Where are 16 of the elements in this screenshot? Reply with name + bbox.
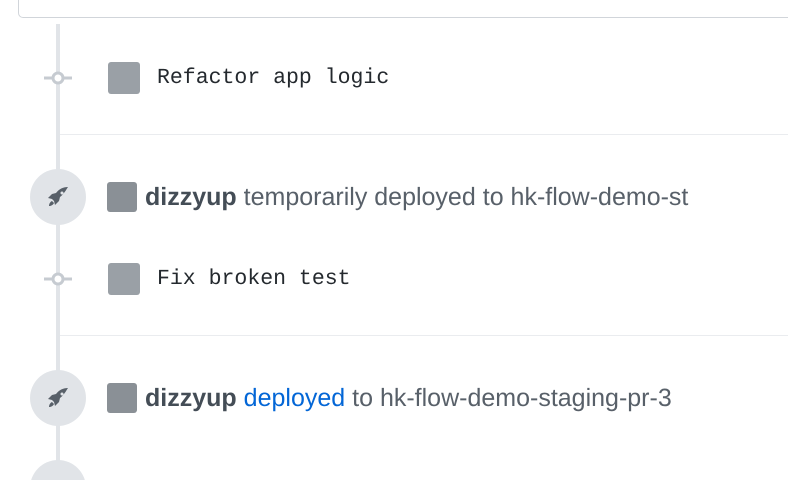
avatar-photo-placeholder[interactable] [108,263,140,295]
commit-message[interactable]: Fix broken test [157,267,351,291]
commit-message[interactable]: Refactor app logic [157,66,390,90]
deployed-link[interactable]: deployed [244,384,346,412]
avatar-photo-placeholder[interactable] [107,383,137,413]
avatar-photo-placeholder[interactable] [108,62,140,94]
deploy-target-text: to hk-flow-demo-staging-pr-3 [352,384,672,412]
rocket-icon [46,185,70,209]
username-link[interactable]: dizzyup [145,182,237,212]
deploy-target-text: to hk-flow-demo-st [482,182,688,212]
event-action: temporarily deployed [244,182,476,212]
username-link[interactable]: dizzyup [145,384,237,412]
commit-node-icon [44,272,72,286]
avatar-photo-placeholder[interactable] [107,182,137,212]
rocket-icon [46,386,70,410]
commit-node-icon [44,71,72,85]
